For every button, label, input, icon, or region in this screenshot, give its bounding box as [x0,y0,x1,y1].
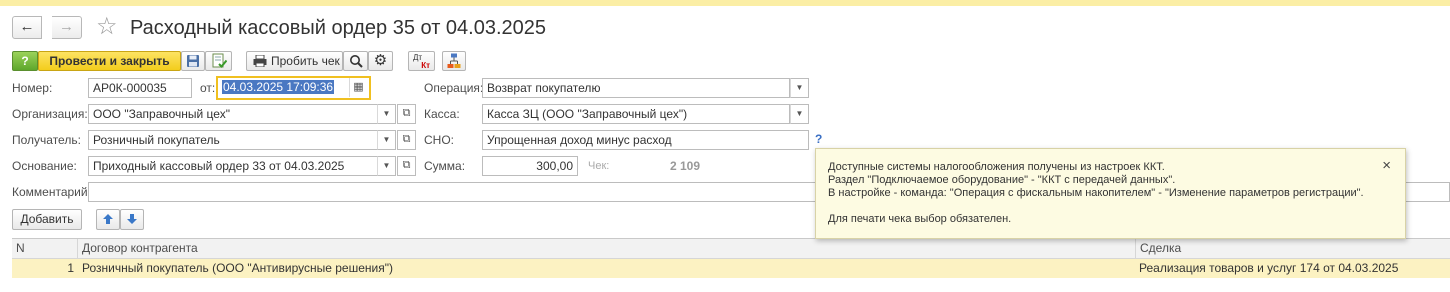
help-icon: ? [21,54,29,68]
add-row-button[interactable]: Добавить [12,209,82,230]
operation-select[interactable]: Возврат покупателю [482,78,790,98]
open-window-icon: ⧉ [402,133,411,145]
search-button[interactable] [343,51,368,71]
amount-label: Сумма: [424,159,466,173]
calendar-icon[interactable]: ▦ [349,78,367,97]
receipt-number: 2 109 [670,159,701,173]
printer-icon [253,54,267,68]
tax-system-label: СНО: [424,133,454,147]
tooltip-line: В настройке - команда: "Операция с фиска… [828,187,1364,199]
column-header-contract[interactable]: Договор контрагента [78,239,1136,258]
tax-help-icon[interactable]: ? [815,131,822,147]
column-header-deal[interactable]: Сделка [1136,239,1450,258]
magnifier-icon [349,55,363,68]
amount-field[interactable]: 300,00 [482,156,578,176]
cashbox-field[interactable]: Касса ЗЦ (ООО "Заправочный цех") [482,104,790,124]
chevron-down-icon: ▼ [795,109,804,118]
chevron-down-icon: ▼ [382,109,391,118]
chevron-down-icon: ▼ [382,161,391,170]
number-label: Номер: [12,81,53,95]
top-accent-bar [0,0,1450,6]
chevron-down-icon: ▼ [382,135,391,144]
gear-icon: ⚙ [373,52,388,69]
tooltip-line [828,200,1393,213]
recipient-field[interactable]: Розничный покупатель [88,130,378,150]
recipient-label: Получатель: [12,133,81,147]
table-row[interactable]: 1 Розничный покупатель (ООО "Антивирусны… [12,259,1450,278]
tooltip-line: Раздел "Подключаемое оборудование" - "КК… [828,174,1176,186]
tax-system-field[interactable]: Упрощенная доход минус расход [482,130,809,150]
hierarchy-icon [447,53,461,68]
arrow-left-icon: ← [19,18,35,35]
help-button[interactable]: ? [12,51,38,71]
tooltip-line: Для печати чека выбор обязателен. [828,213,1012,225]
row-deal[interactable]: Реализация товаров и услуг 174 от 04.03.… [1139,259,1449,278]
chevron-down-icon: ▼ [795,83,804,92]
settings-button[interactable]: ⚙ [368,51,393,71]
column-header-n[interactable]: N [12,239,78,258]
cashbox-label: Касса: [424,107,460,121]
dt-kt-button[interactable]: Дт Кт [408,51,435,71]
organization-dropdown-button[interactable]: ▼ [377,104,396,124]
close-icon[interactable]: × [1382,158,1391,173]
table-header: N Договор контрагента Сделка [12,238,1450,259]
operation-dropdown-button[interactable]: ▼ [790,78,809,98]
post-button[interactable] [205,51,232,71]
save-button[interactable] [181,51,205,71]
basis-open-button[interactable]: ⧉ [397,156,416,176]
tooltip-line: Доступные системы налогообложения получе… [828,161,1165,173]
date-field[interactable]: 04.03.2025 17:09:36 ▦ [216,76,371,100]
post-and-close-button[interactable]: Провести и закрыть [38,51,181,71]
recipient-dropdown-button[interactable]: ▼ [377,130,396,150]
recipient-open-button[interactable]: ⧉ [397,130,416,150]
operation-label: Операция: [424,81,484,95]
move-up-button[interactable] [96,209,120,230]
structure-button[interactable] [442,51,466,71]
open-window-icon: ⧉ [402,159,411,171]
dt-kt-icon: Дт Кт [413,53,430,70]
back-button[interactable]: ← [12,16,42,39]
forward-button[interactable]: → [52,16,82,39]
organization-open-button[interactable]: ⧉ [397,104,416,124]
basis-dropdown-button[interactable]: ▼ [377,156,396,176]
date-value-selected: 04.03.2025 17:09:36 [222,80,335,94]
print-receipt-label: Пробить чек [271,54,340,68]
organization-field[interactable]: ООО "Заправочный цех" [88,104,378,124]
arrow-right-icon: → [59,18,74,35]
floppy-icon [187,55,199,67]
arrow-up-icon [103,214,113,224]
number-field[interactable]: АР0К-000035 [88,78,192,98]
page-title: Расходный кассовый ордер 35 от 04.03.202… [130,17,547,39]
receipt-label: Чек: [588,160,610,172]
post-document-icon [212,53,227,68]
basis-field[interactable]: Приходный кассовый ордер 33 от 04.03.202… [88,156,378,176]
organization-label: Организация: [12,107,88,121]
open-window-icon: ⧉ [402,107,411,119]
print-receipt-button[interactable]: Пробить чек [246,51,343,71]
row-contract[interactable]: Розничный покупатель (ООО "Антивирусные … [82,259,1132,278]
comment-label: Комментарий: [12,185,91,199]
row-number: 1 [67,261,74,275]
date-label: от: [200,81,216,95]
arrow-down-icon [127,214,137,224]
cashbox-dropdown-button[interactable]: ▼ [790,104,809,124]
move-down-button[interactable] [120,209,144,230]
tax-system-tooltip: Доступные системы налогообложения получе… [815,148,1406,239]
favorite-star-icon[interactable]: ☆ [96,13,118,41]
basis-label: Основание: [12,159,77,173]
